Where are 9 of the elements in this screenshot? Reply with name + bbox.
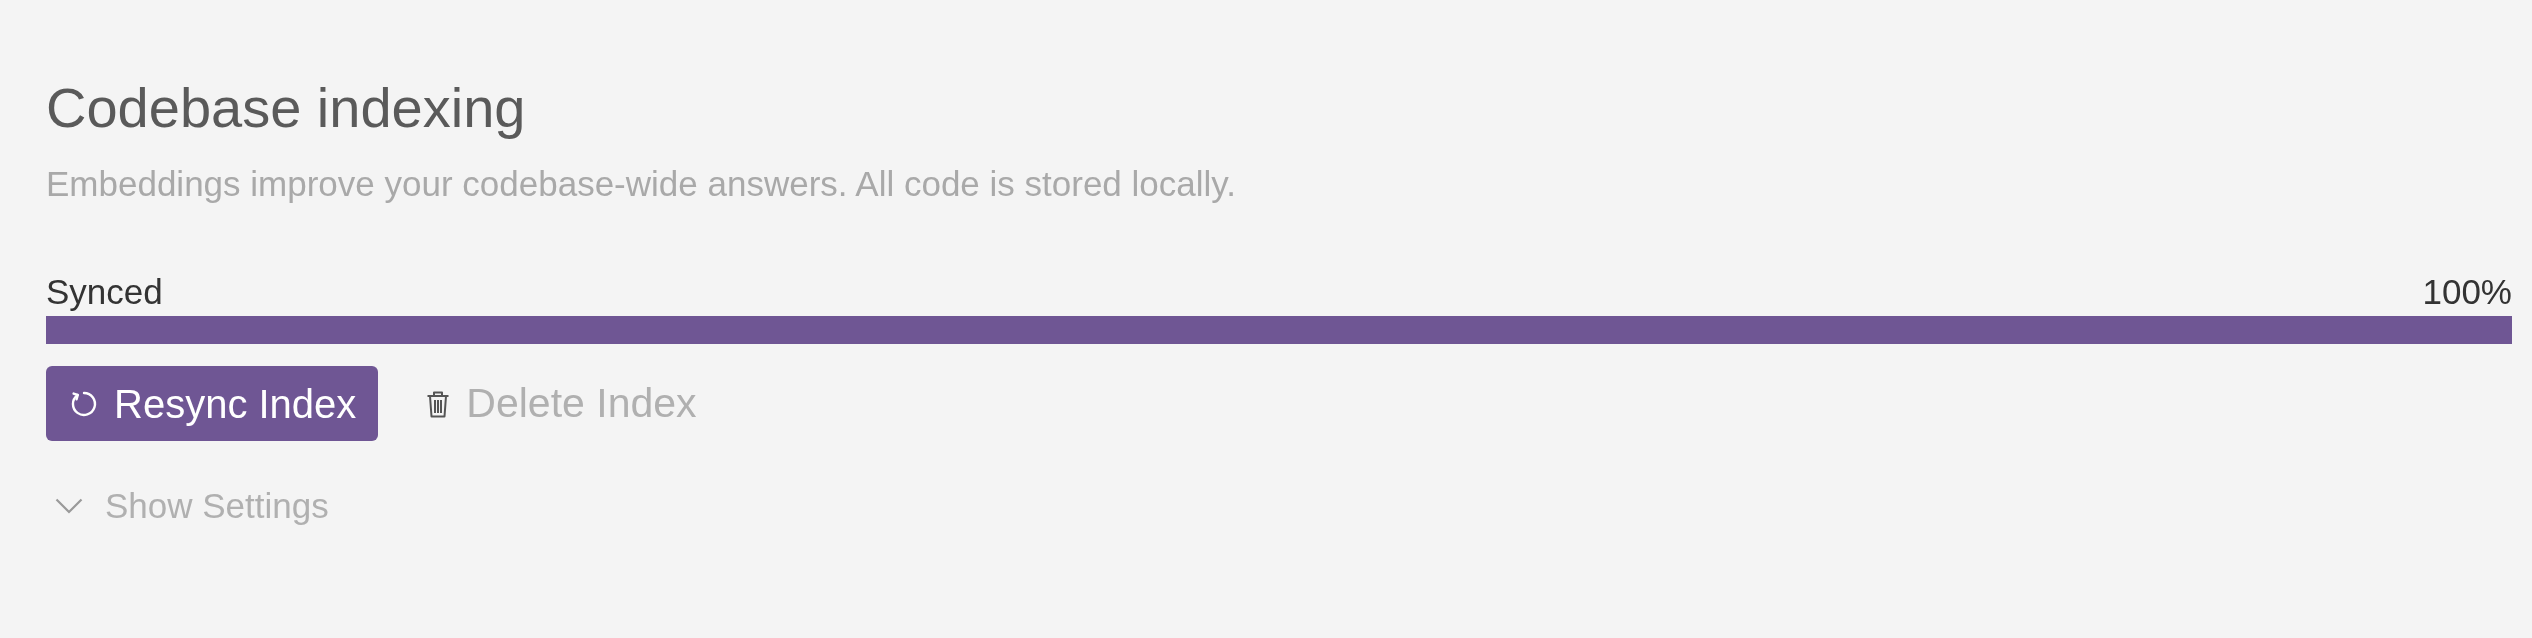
trash-icon (426, 389, 451, 418)
progress-reading: 100% (2422, 273, 2512, 311)
section-description: Embeddings improve your codebase-wide answers. All code is stored locally. (46, 163, 1237, 205)
section-title: Codebase indexing (46, 75, 527, 141)
show-settings-toggle[interactable]: Show Settings (55, 486, 329, 526)
delete-button[interactable]: Delete Index (418, 366, 705, 441)
status-label: Synced (46, 273, 163, 311)
refresh-icon (70, 389, 98, 418)
resync-button[interactable]: Resync Index (46, 366, 379, 441)
